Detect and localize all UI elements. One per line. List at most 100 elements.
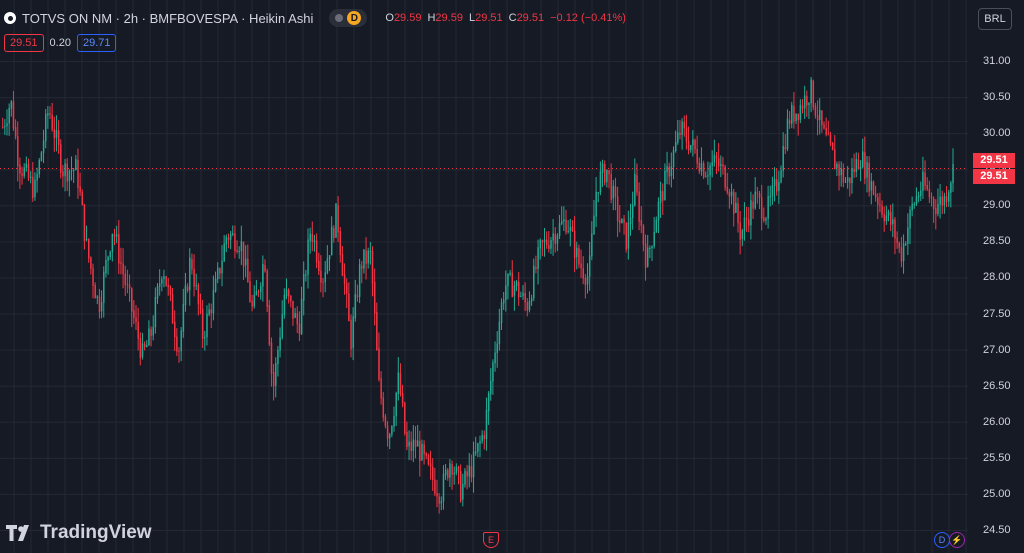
candle-body [509,272,511,275]
candle-body [584,278,587,285]
candle-body [881,205,883,215]
candle-body [126,284,129,286]
price-tick-label: 31.00 [983,55,1011,67]
candle-body [737,203,739,224]
candle-body [199,303,202,309]
candle-body [384,416,387,427]
currency-button[interactable]: BRL [978,8,1012,30]
candle-body [778,181,780,191]
candle-body [257,291,260,293]
price-tick-label: 26.00 [983,415,1011,428]
candle-body [305,274,307,276]
candle-body [335,203,337,238]
earnings-event-icon[interactable]: E [483,532,499,548]
split-event-icon[interactable]: ⚡ [949,532,965,548]
candle-body [793,105,795,122]
candle-body [515,281,518,286]
candle-body [651,246,653,249]
candle-body [821,110,823,126]
price-tick-label: 24.50 [983,524,1011,536]
candle-body [896,237,898,244]
price-tick-label: 27.50 [983,307,1011,320]
candle-body [337,205,339,233]
candle-body [601,163,604,173]
candle-body [161,278,163,284]
candle-body [543,239,546,243]
candle-body [565,219,567,233]
symbol-icon [4,12,16,24]
candle-body [655,219,658,233]
candle-body [827,134,830,136]
candle-body [72,170,75,172]
market-status-badge[interactable]: D [329,9,368,27]
candle-body [838,164,840,176]
candle-body [442,473,445,502]
candle-body [862,151,864,168]
candle-body [318,261,320,272]
candle-body [115,234,118,237]
candle-body [386,425,389,439]
candle-body [32,176,34,199]
candle-body [79,186,81,193]
candle-body [855,159,858,172]
chart-title[interactable]: TOTVS ON NM · 2h · BMFBOVESPA · Heikin A… [22,11,313,26]
candle-body [356,295,359,298]
candle-body [34,179,36,197]
candle-body [163,276,165,280]
candle-body [500,302,503,323]
candle-body [55,130,58,138]
sell-button[interactable]: 29.51 [4,34,44,52]
candle-body [825,128,827,135]
candle-body [537,247,539,269]
candle-body [556,235,559,244]
candle-body [369,250,372,252]
candle-body [283,294,286,316]
candle-body [505,285,507,300]
candle-body [232,233,234,235]
candle-body [298,323,301,335]
price-chart[interactable] [0,0,1024,553]
candle-body [765,218,767,221]
candle-body [244,258,247,266]
candle-body [868,162,870,192]
candle-body [808,103,810,106]
candle-body [756,192,759,194]
dividend-event-icon[interactable]: D [934,532,950,548]
candle-body [404,402,406,434]
candle-body [745,218,748,220]
candle-body [120,262,122,264]
candle-body [836,163,838,169]
buy-button[interactable]: 29.71 [76,34,117,52]
candle-body [750,200,752,226]
candle-body [685,127,688,142]
tradingview-logo[interactable]: TradingView [6,522,152,544]
chart-header: TOTVS ON NM · 2h · BMFBOVESPA · Heikin A… [4,9,626,27]
candle-body [371,250,374,284]
candle-body [425,453,428,456]
candle-body [528,301,531,311]
candle-body [380,378,382,399]
candle-body [131,288,133,312]
candle-body [548,244,550,249]
candle-body [124,273,127,285]
candle-body [604,163,606,183]
candle-body [300,298,303,334]
candle-body [156,285,159,299]
candle-body [840,168,842,176]
candle-body [638,191,640,222]
candle-body [197,284,200,305]
candle-body [771,185,774,197]
candle-body [128,284,131,289]
candle-body [715,155,718,159]
candle-body [662,191,664,201]
candle-body [70,170,73,172]
candle-body [625,222,627,250]
candle-body [434,479,436,494]
candle-body [730,191,733,197]
candle-body [677,132,679,143]
candle-body [309,233,311,242]
candle-body [75,159,77,171]
candle-body [328,255,331,260]
candle-body [139,338,142,358]
candle-body [410,441,412,452]
